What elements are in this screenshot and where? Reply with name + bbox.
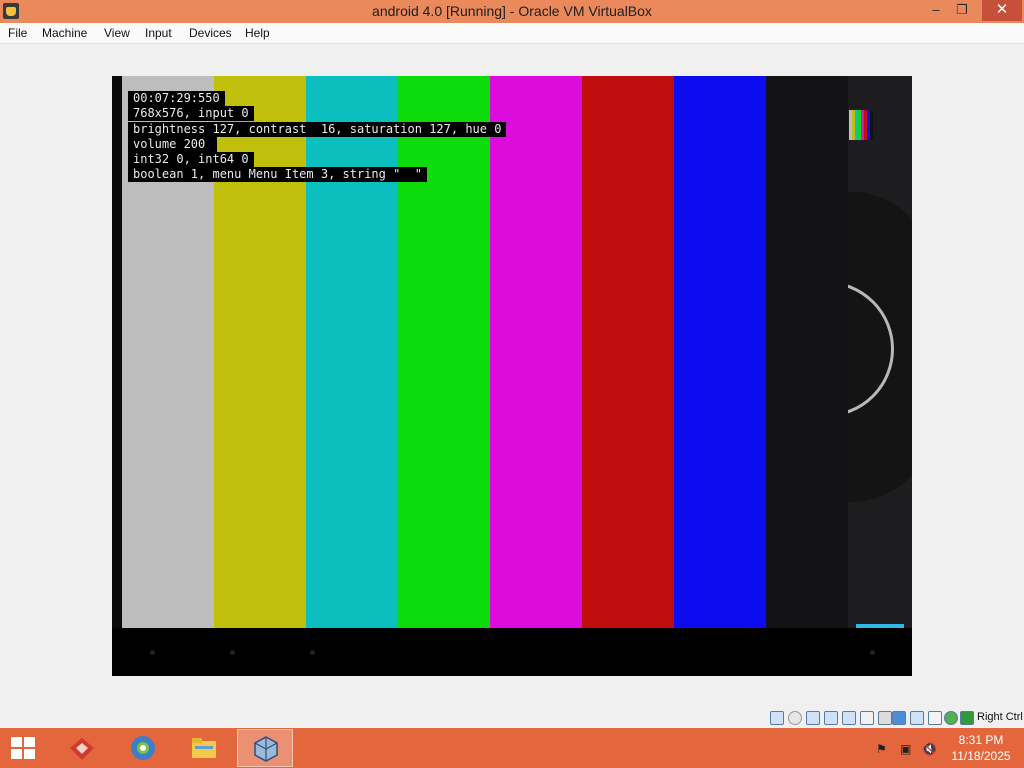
android-wallpaper (848, 76, 912, 628)
menu-help[interactable]: Help (245, 26, 270, 40)
hard-disk-icon[interactable] (770, 711, 784, 725)
menu-machine[interactable]: Machine (42, 26, 87, 40)
nav-menu-icon[interactable] (870, 650, 875, 655)
menu-file[interactable]: File (8, 26, 27, 40)
shared-folders-icon[interactable] (860, 711, 874, 725)
file-explorer-icon (190, 734, 218, 762)
taskbar-browser-app[interactable] (115, 729, 171, 767)
taskbar: ⚑ ▣ 🔇 8:31 PM 11/18/2025 (0, 728, 1024, 768)
action-center-icon[interactable]: ⚑ (876, 742, 887, 756)
android-nav-bar (112, 628, 912, 676)
taskbar-toolbox-app[interactable] (54, 729, 110, 767)
display-icon[interactable] (878, 711, 892, 725)
osd-resolution: 768x576, input 0 (128, 106, 254, 122)
system-clock[interactable]: 8:31 PM 11/18/2025 (946, 732, 1016, 764)
capture-icon[interactable] (928, 711, 942, 725)
menu-bar: File Machine View Input Devices Help (0, 23, 1024, 44)
host-key-label: Right Ctrl (977, 711, 1023, 723)
clock-date: 11/18/2025 (951, 749, 1011, 763)
taskbar-file-explorer[interactable] (176, 729, 232, 767)
color-bar-red (582, 76, 674, 628)
osd-volume: volume 200 (128, 136, 218, 152)
color-bar-blue (674, 76, 766, 628)
nav-recents-icon[interactable] (310, 650, 315, 655)
browser-app-icon (129, 734, 157, 762)
virtualization-icon[interactable] (944, 711, 958, 725)
menu-view[interactable]: View (104, 26, 130, 40)
color-bar-black (766, 76, 848, 628)
menu-devices[interactable]: Devices (189, 26, 232, 40)
network-tray-icon[interactable]: ▣ (900, 742, 911, 756)
osd-timecode: 00:07:29:550 (128, 91, 225, 106)
clock-time: 8:31 PM (958, 733, 1004, 747)
usb-icon[interactable] (842, 711, 856, 725)
title-bar: android 4.0 [Running] - Oracle VM Virtua… (0, 0, 1024, 23)
restore-button[interactable]: ❐ (948, 0, 976, 21)
window-title: android 4.0 [Running] - Oracle VM Virtua… (372, 3, 652, 19)
mouse-integration-icon[interactable] (960, 711, 974, 725)
guest-additions-icon[interactable] (910, 711, 924, 725)
menu-input[interactable]: Input (145, 26, 172, 40)
vm-display[interactable]: 00:07:29:550 768x576, input 0 brightness… (112, 76, 912, 676)
optical-drive-icon[interactable] (788, 711, 802, 725)
start-button[interactable] (0, 728, 48, 768)
volume-muted-icon[interactable]: 🔇 (922, 742, 937, 756)
color-bars-thumbnail (849, 110, 875, 140)
display-edge (112, 76, 122, 628)
osd-int-values: int32 0, int64 0 (128, 152, 254, 168)
osd-picture-settings: brightness 127, contrast 16, saturation … (128, 121, 507, 137)
toolbox-app-icon (68, 734, 96, 762)
close-button[interactable]: ✕ (982, 0, 1022, 21)
minimize-button[interactable]: – (922, 0, 950, 21)
network-icon[interactable] (824, 711, 838, 725)
nav-back-icon[interactable] (150, 650, 155, 655)
test-pattern-osd: 00:07:29:550 768x576, input 0 brightness… (128, 91, 507, 183)
video-capture-icon[interactable] (892, 711, 906, 725)
virtualbox-taskbar-icon (252, 735, 280, 763)
nav-home-icon[interactable] (230, 650, 235, 655)
osd-menu-values: boolean 1, menu Menu Item 3, string " " (128, 167, 427, 183)
audio-icon[interactable] (806, 711, 820, 725)
taskbar-virtualbox[interactable] (237, 729, 293, 767)
